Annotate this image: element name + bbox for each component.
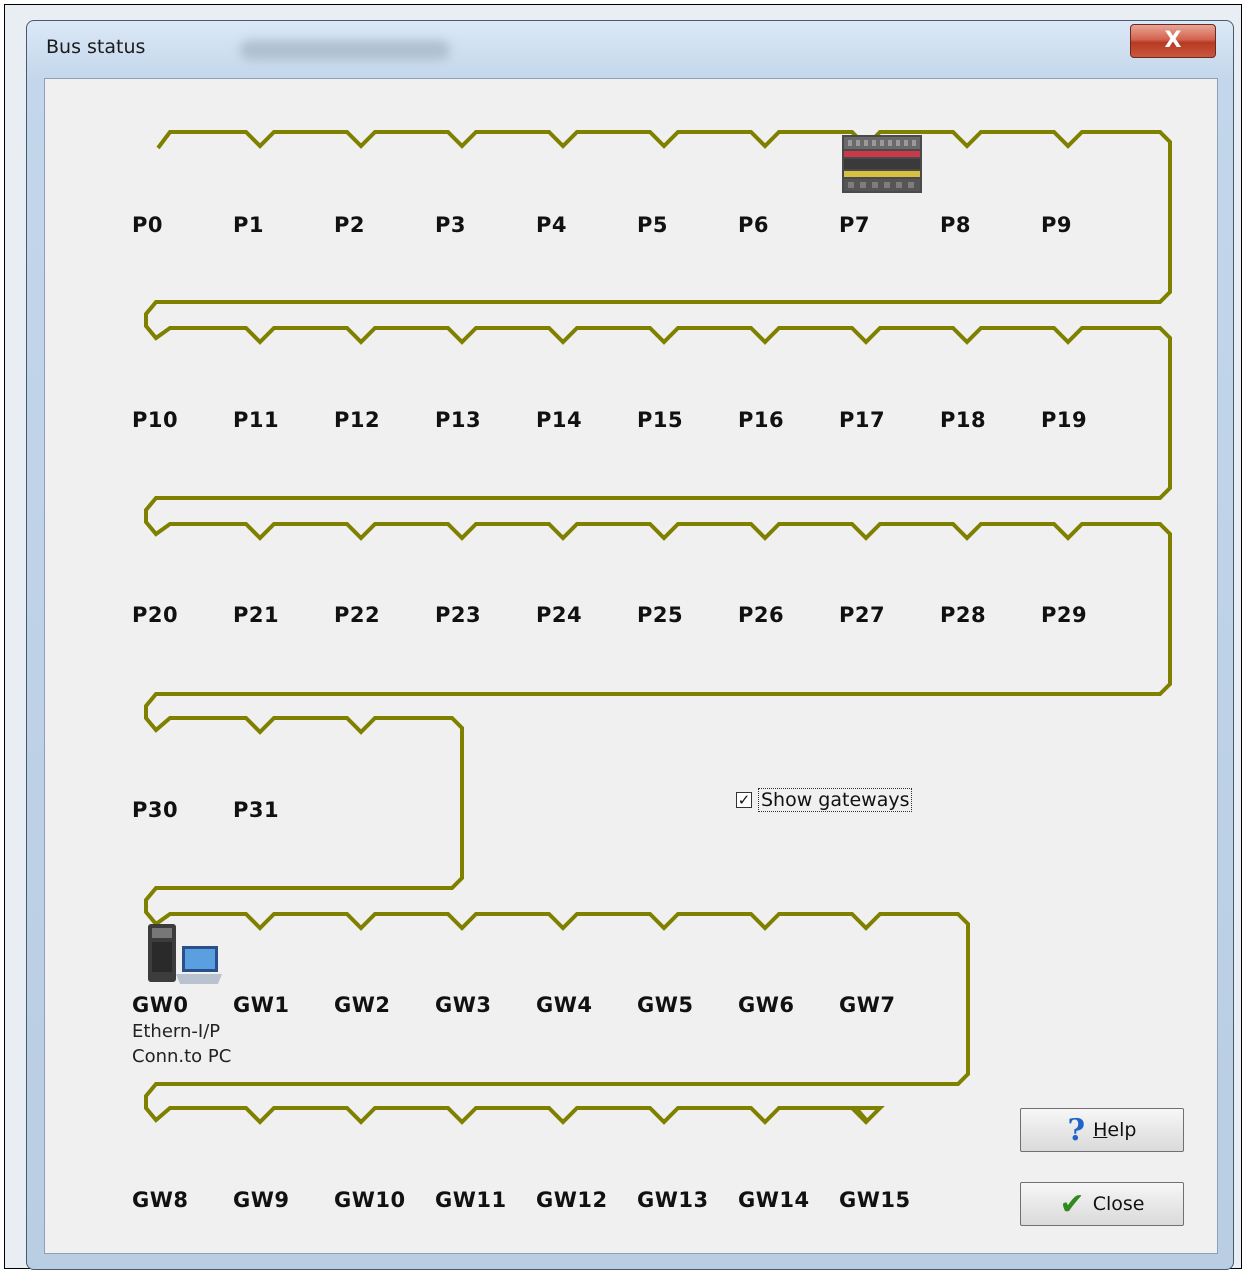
gateway-label-gw7[interactable]: GW7 bbox=[839, 993, 896, 1017]
gateway-label-gw14[interactable]: GW14 bbox=[738, 1188, 810, 1212]
node-label-p17[interactable]: P17 bbox=[839, 408, 885, 432]
node-label-p9[interactable]: P9 bbox=[1041, 213, 1072, 237]
gw0-connection-text: Conn.to PC bbox=[132, 1046, 232, 1067]
close-button-label: Close bbox=[1092, 1193, 1145, 1215]
gateway-label-gw9[interactable]: GW9 bbox=[233, 1188, 290, 1212]
gateway-label-gw12[interactable]: GW12 bbox=[536, 1188, 608, 1212]
gateway-label-gw13[interactable]: GW13 bbox=[637, 1188, 709, 1212]
help-question-icon: ? bbox=[1067, 1112, 1086, 1148]
node-label-p5[interactable]: P5 bbox=[637, 213, 668, 237]
plc-module-icon bbox=[842, 135, 922, 193]
gateway-label-gw5[interactable]: GW5 bbox=[637, 993, 694, 1017]
node-label-p26[interactable]: P26 bbox=[738, 603, 784, 627]
checkmark-icon: ✔ bbox=[1059, 1186, 1085, 1222]
close-button[interactable]: ✔ Close bbox=[1020, 1182, 1184, 1226]
node-label-p0[interactable]: P0 bbox=[132, 213, 163, 237]
node-label-p23[interactable]: P23 bbox=[435, 603, 481, 627]
node-label-p27[interactable]: P27 bbox=[839, 603, 885, 627]
node-label-p14[interactable]: P14 bbox=[536, 408, 582, 432]
show-gateways-checkbox-group[interactable]: ✓ Show gateways bbox=[736, 788, 913, 812]
pc-connection-icon bbox=[148, 924, 222, 984]
bus-cable-path bbox=[144, 130, 1172, 1125]
node-label-p18[interactable]: P18 bbox=[940, 408, 986, 432]
gw0-protocol-text: Ethern-I/P bbox=[132, 1021, 221, 1042]
gateway-label-gw6[interactable]: GW6 bbox=[738, 993, 795, 1017]
gateway-label-gw2[interactable]: GW2 bbox=[334, 993, 391, 1017]
gateway-label-gw15[interactable]: GW15 bbox=[839, 1188, 911, 1212]
node-label-p22[interactable]: P22 bbox=[334, 603, 380, 627]
show-gateways-label[interactable]: Show gateways bbox=[758, 788, 913, 812]
gateway-label-gw0[interactable]: GW0 bbox=[132, 993, 189, 1017]
node-label-p29[interactable]: P29 bbox=[1041, 603, 1087, 627]
node-label-p8[interactable]: P8 bbox=[940, 213, 971, 237]
help-button-label: Help bbox=[1093, 1119, 1137, 1141]
node-label-p2[interactable]: P2 bbox=[334, 213, 365, 237]
node-label-p21[interactable]: P21 bbox=[233, 603, 279, 627]
node-label-p13[interactable]: P13 bbox=[435, 408, 481, 432]
show-gateways-checkbox[interactable]: ✓ bbox=[736, 792, 752, 808]
node-label-p24[interactable]: P24 bbox=[536, 603, 582, 627]
node-label-p1[interactable]: P1 bbox=[233, 213, 264, 237]
node-label-p11[interactable]: P11 bbox=[233, 408, 279, 432]
gateway-label-gw1[interactable]: GW1 bbox=[233, 993, 290, 1017]
gateway-label-gw3[interactable]: GW3 bbox=[435, 993, 492, 1017]
node-label-p7[interactable]: P7 bbox=[839, 213, 870, 237]
node-label-p6[interactable]: P6 bbox=[738, 213, 769, 237]
gateway-label-gw4[interactable]: GW4 bbox=[536, 993, 593, 1017]
bus-cable bbox=[144, 130, 1172, 1125]
node-label-p28[interactable]: P28 bbox=[940, 603, 986, 627]
node-label-p10[interactable]: P10 bbox=[132, 408, 178, 432]
node-label-p19[interactable]: P19 bbox=[1041, 408, 1087, 432]
node-label-p16[interactable]: P16 bbox=[738, 408, 784, 432]
gateway-label-gw10[interactable]: GW10 bbox=[334, 1188, 406, 1212]
node-label-p30[interactable]: P30 bbox=[132, 798, 178, 822]
gateway-label-gw11[interactable]: GW11 bbox=[435, 1188, 507, 1212]
help-button[interactable]: ? Help bbox=[1020, 1108, 1184, 1152]
node-label-p25[interactable]: P25 bbox=[637, 603, 683, 627]
node-label-p4[interactable]: P4 bbox=[536, 213, 567, 237]
node-label-p20[interactable]: P20 bbox=[132, 603, 178, 627]
gateway-label-gw8[interactable]: GW8 bbox=[132, 1188, 189, 1212]
node-label-p15[interactable]: P15 bbox=[637, 408, 683, 432]
node-label-p12[interactable]: P12 bbox=[334, 408, 380, 432]
node-label-p3[interactable]: P3 bbox=[435, 213, 466, 237]
node-label-p31[interactable]: P31 bbox=[233, 798, 279, 822]
